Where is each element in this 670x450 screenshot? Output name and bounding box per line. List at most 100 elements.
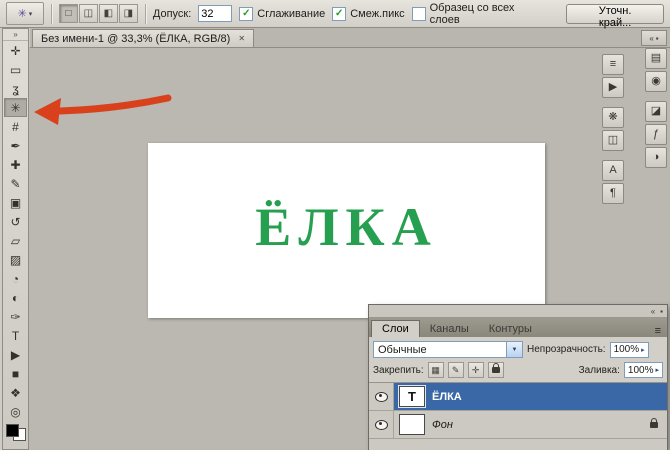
collapse-panel-icon[interactable]: « — [651, 307, 655, 316]
tool-blur[interactable]: ◔ — [4, 269, 27, 288]
subtract-selection-mode-button[interactable]: ◧ — [98, 4, 118, 23]
layer-list: T ЁЛКА Фон — [369, 382, 667, 450]
tool-history-brush[interactable]: ↺ — [4, 212, 27, 231]
visibility-toggle[interactable] — [369, 383, 394, 410]
styles-panel-icon[interactable]: ƒ — [645, 124, 667, 145]
tool-brush[interactable]: ✎ — [4, 174, 27, 193]
brushes-panel-icon[interactable]: ❋ — [602, 107, 624, 128]
paragraph-panel-icon[interactable]: ¶ — [602, 183, 624, 204]
tool-type[interactable]: T — [4, 326, 27, 345]
lock-transparency-button[interactable]: ▦ — [427, 362, 444, 378]
blend-mode-select[interactable]: Обычные ▼ — [373, 341, 523, 358]
intersect-selection-mode-button[interactable]: ◨ — [118, 4, 138, 23]
background-layer-thumbnail[interactable] — [399, 414, 425, 435]
tab-layers[interactable]: Слои — [371, 320, 420, 337]
tool-hand[interactable]: ❖ — [4, 383, 27, 402]
tool-clone-stamp[interactable]: ▣ — [4, 193, 27, 212]
new-selection-mode-button[interactable]: □ — [58, 4, 78, 23]
opacity-label: Непрозрачность: — [527, 344, 606, 355]
eye-icon — [374, 391, 388, 402]
lock-position-button[interactable]: ✛ — [467, 362, 484, 378]
adjustments-panel-icon[interactable]: ≡ — [602, 54, 624, 75]
fill-label: Заливка: — [578, 364, 620, 376]
artwork-text: ЁЛКА — [255, 196, 438, 257]
fill-value-text: 100% — [627, 364, 654, 376]
magic-wand-icon: ✳ — [17, 8, 27, 20]
navigator-panel-icon[interactable]: ◉ — [645, 71, 667, 92]
tool-eraser[interactable]: ▱ — [4, 231, 27, 250]
tool-healing-brush[interactable]: ✚ — [4, 155, 27, 174]
tool-pen[interactable]: ✑ — [4, 307, 27, 326]
lock-pixels-button[interactable]: ✎ — [447, 362, 464, 378]
lock-all-button[interactable] — [487, 362, 504, 378]
checkbox-check-icon: ✓ — [332, 6, 347, 21]
tool-zoom[interactable]: ◎ — [4, 402, 27, 421]
masks-panel-icon[interactable]: ◑ — [645, 147, 667, 168]
tab-paths[interactable]: Контуры — [479, 321, 542, 337]
tool-rectangular-marquee[interactable]: ▭ — [4, 60, 27, 79]
opacity-spinner-icon[interactable]: ▸ — [641, 346, 645, 354]
tool-eyedropper[interactable]: ✒ — [4, 136, 27, 155]
layer-list-empty-area — [369, 439, 667, 450]
divider — [144, 3, 146, 24]
panel-dock-outer: ▤ ◉ ◪ ƒ ◑ — [645, 48, 667, 168]
layer-name: ЁЛКА — [432, 390, 462, 403]
chevron-left-icon: « — [649, 33, 654, 43]
document-tab-title: Без имени-1 @ 33,3% (ЁЛКА, RGB/8) — [41, 32, 231, 45]
options-bar: ✳ ▾ □ ◫ ◧ ◨ Допуск: ✓ Сглаживание ✓ Смеж… — [0, 0, 670, 29]
lock-label: Закрепить: — [373, 364, 424, 376]
histogram-panel-icon[interactable]: ▤ — [645, 48, 667, 69]
contiguous-label: Смеж.пикс — [350, 7, 405, 20]
tool-lasso[interactable]: ʓ — [4, 79, 27, 98]
tool-move[interactable]: ✛ — [4, 41, 27, 60]
tab-channels[interactable]: Каналы — [420, 321, 479, 337]
dropdown-arrow-icon: ▼ — [506, 342, 522, 357]
layer-row-elka[interactable]: T ЁЛКА — [369, 383, 667, 411]
tools-panel: » ✛ ▭ ʓ ✳ # ✒ ✚ ✎ ▣ ↺ ▱ ▨ ◔ ◐ ✑ T ▶ ■ ❖ … — [2, 28, 29, 450]
panel-box-icon[interactable]: ▪ — [660, 307, 663, 316]
checkbox-check-icon: ✓ — [239, 6, 254, 21]
foreground-color-swatch[interactable] — [5, 424, 19, 437]
document-tab[interactable]: Без имени-1 @ 33,3% (ЁЛКА, RGB/8) ✕ — [32, 29, 255, 47]
panel-box-icon: ▪ — [655, 33, 659, 43]
fill-spinner-icon[interactable]: ▸ — [655, 366, 659, 374]
panel-dock-inner: ≡ ▶ ❋ ◫ A ¶ — [602, 54, 624, 204]
collapse-dock-button[interactable]: « ▪ — [641, 30, 667, 46]
tool-path-selection[interactable]: ▶ — [4, 345, 27, 364]
close-tab-icon[interactable]: ✕ — [238, 34, 245, 43]
collapse-toolbar-icon[interactable]: » — [3, 29, 28, 41]
panel-menu-icon[interactable]: ≡ — [655, 325, 667, 337]
tool-magic-wand[interactable]: ✳ — [4, 98, 27, 117]
tool-preset-picker[interactable]: ✳ ▾ — [6, 2, 44, 25]
color-panel-icon[interactable]: ◪ — [645, 101, 667, 122]
text-layer-thumbnail[interactable]: T — [399, 386, 425, 407]
document-canvas[interactable]: ЁЛКА — [148, 143, 545, 318]
actions-panel-icon[interactable]: ▶ — [602, 77, 624, 98]
tool-gradient[interactable]: ▨ — [4, 250, 27, 269]
color-swatches[interactable] — [5, 424, 26, 441]
layer-row-fon[interactable]: Фон — [369, 411, 667, 439]
tolerance-label: Допуск: — [152, 7, 192, 20]
refine-edge-button[interactable]: Уточн. край... — [566, 3, 664, 29]
contiguous-checkbox[interactable]: ✓ Смеж.пикс — [332, 6, 405, 21]
tool-dodge[interactable]: ◐ — [4, 288, 27, 307]
layers-panel-topbar: « ▪ — [369, 305, 667, 318]
character-panel-icon[interactable]: A — [602, 160, 624, 181]
sample-all-layers-label: Образец со всех слоев — [429, 1, 515, 26]
opacity-value-field[interactable]: 100% ▸ — [609, 341, 649, 358]
add-selection-mode-button[interactable]: ◫ — [78, 4, 98, 23]
checkbox-empty-icon — [411, 6, 426, 21]
visibility-toggle[interactable] — [369, 411, 394, 438]
antialias-checkbox[interactable]: ✓ Сглаживание — [239, 6, 326, 21]
eye-icon — [374, 419, 388, 430]
sample-all-layers-checkbox[interactable]: Образец со всех слоев — [411, 1, 547, 26]
tolerance-input[interactable] — [198, 5, 233, 22]
clone-source-panel-icon[interactable]: ◫ — [602, 130, 624, 151]
caret-down-icon: ▾ — [28, 10, 33, 18]
tool-shape[interactable]: ■ — [4, 364, 27, 383]
fill-value-field[interactable]: 100% ▸ — [623, 362, 663, 378]
background-lock-icon — [650, 417, 658, 428]
tool-crop[interactable]: # — [4, 117, 27, 136]
antialias-label: Сглаживание — [257, 7, 326, 20]
photoshop-window: ✳ ▾ □ ◫ ◧ ◨ Допуск: ✓ Сглаживание ✓ Смеж… — [0, 0, 670, 450]
